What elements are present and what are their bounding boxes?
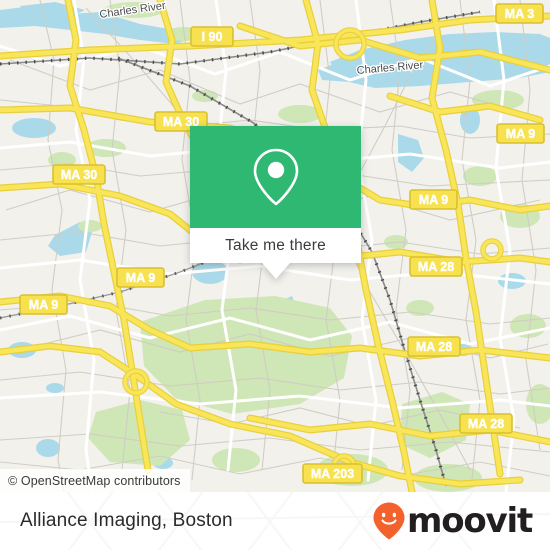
svg-text:MA 9: MA 9 [126,271,155,285]
svg-text:MA 9: MA 9 [29,298,58,312]
svg-text:MA 203: MA 203 [311,467,354,481]
road-shield[interactable]: MA 9 [116,267,165,288]
svg-text:MA 28: MA 28 [468,417,504,431]
road-shield[interactable]: MA 28 [409,256,463,277]
take-me-there-button[interactable]: Take me there [190,228,361,263]
moovit-map-screenshot: Charles River Charles River I 90 MA 3 MA… [0,0,550,550]
svg-text:I 90: I 90 [202,30,223,44]
road-shield[interactable]: MA 28 [459,413,513,434]
osm-attribution-text: © OpenStreetMap contributors [8,473,181,488]
footer-bar: Alliance Imaging, Boston moovit [0,492,550,550]
place-title: Alliance Imaging, Boston [20,510,233,531]
road-shield[interactable]: MA 9 [496,123,545,144]
map-pin-icon [253,148,298,206]
take-me-there-label: Take me there [225,236,326,254]
osm-attribution[interactable]: © OpenStreetMap contributors [0,469,190,492]
svg-text:MA 9: MA 9 [419,193,448,207]
popup-header [190,126,361,228]
road-shield[interactable]: MA 9 [19,294,68,315]
road-shield[interactable]: MA 203 [302,463,363,484]
road-shield[interactable]: I 90 [190,26,234,47]
location-popup-card[interactable]: Take me there [190,126,361,279]
map-canvas[interactable]: Charles River Charles River I 90 MA 3 MA… [0,0,550,492]
svg-text:MA 30: MA 30 [61,168,97,182]
road-shield[interactable]: MA 28 [407,336,461,357]
svg-text:MA 28: MA 28 [418,260,454,274]
moovit-smiley-pin-icon [373,502,405,540]
svg-text:MA 3: MA 3 [505,7,534,21]
svg-text:MA 28: MA 28 [416,340,452,354]
road-shield[interactable]: MA 9 [409,189,458,210]
svg-text:MA 9: MA 9 [506,127,535,141]
moovit-wordmark: moovit [406,501,533,541]
road-shield[interactable]: MA 3 [495,3,544,24]
moovit-logo[interactable]: moovit [372,501,533,541]
road-shield[interactable]: MA 30 [52,164,106,185]
popup-pointer-tail [261,263,290,279]
